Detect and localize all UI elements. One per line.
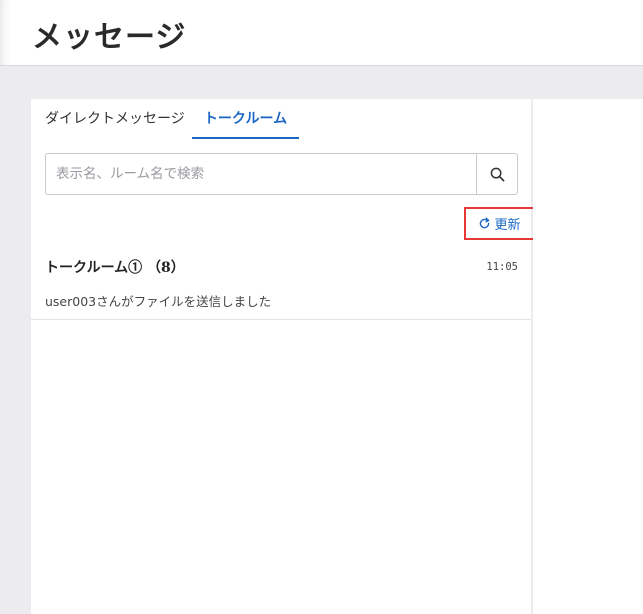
search-button[interactable] [476, 154, 517, 194]
refresh-label: 更新 [494, 218, 521, 233]
tab-talk-room[interactable]: トークルーム [192, 99, 299, 139]
room-last-message: user003さんがファイルを送信しました [45, 294, 272, 309]
search-icon [490, 167, 504, 181]
search-box [45, 153, 518, 195]
room-name: トークルーム① （8） [45, 260, 185, 276]
refresh-icon [480, 217, 490, 229]
list-item[interactable]: トークルーム① （8） 11:05 user003さんがファイルを送信しました [31, 247, 531, 320]
search-input[interactable] [46, 154, 476, 194]
room-time: 11:05 [486, 261, 518, 273]
refresh-button[interactable]: 更新 [464, 207, 535, 240]
message-detail-panel [533, 99, 643, 614]
page-header: メッセージ [0, 0, 643, 66]
page-title: メッセージ [32, 20, 187, 55]
conversation-list-panel: ダイレクトメッセージ トークルーム 更新 トークルーム① （8） 11:05 u… [31, 99, 535, 614]
tab-direct-message[interactable]: ダイレクトメッセージ [45, 99, 185, 139]
